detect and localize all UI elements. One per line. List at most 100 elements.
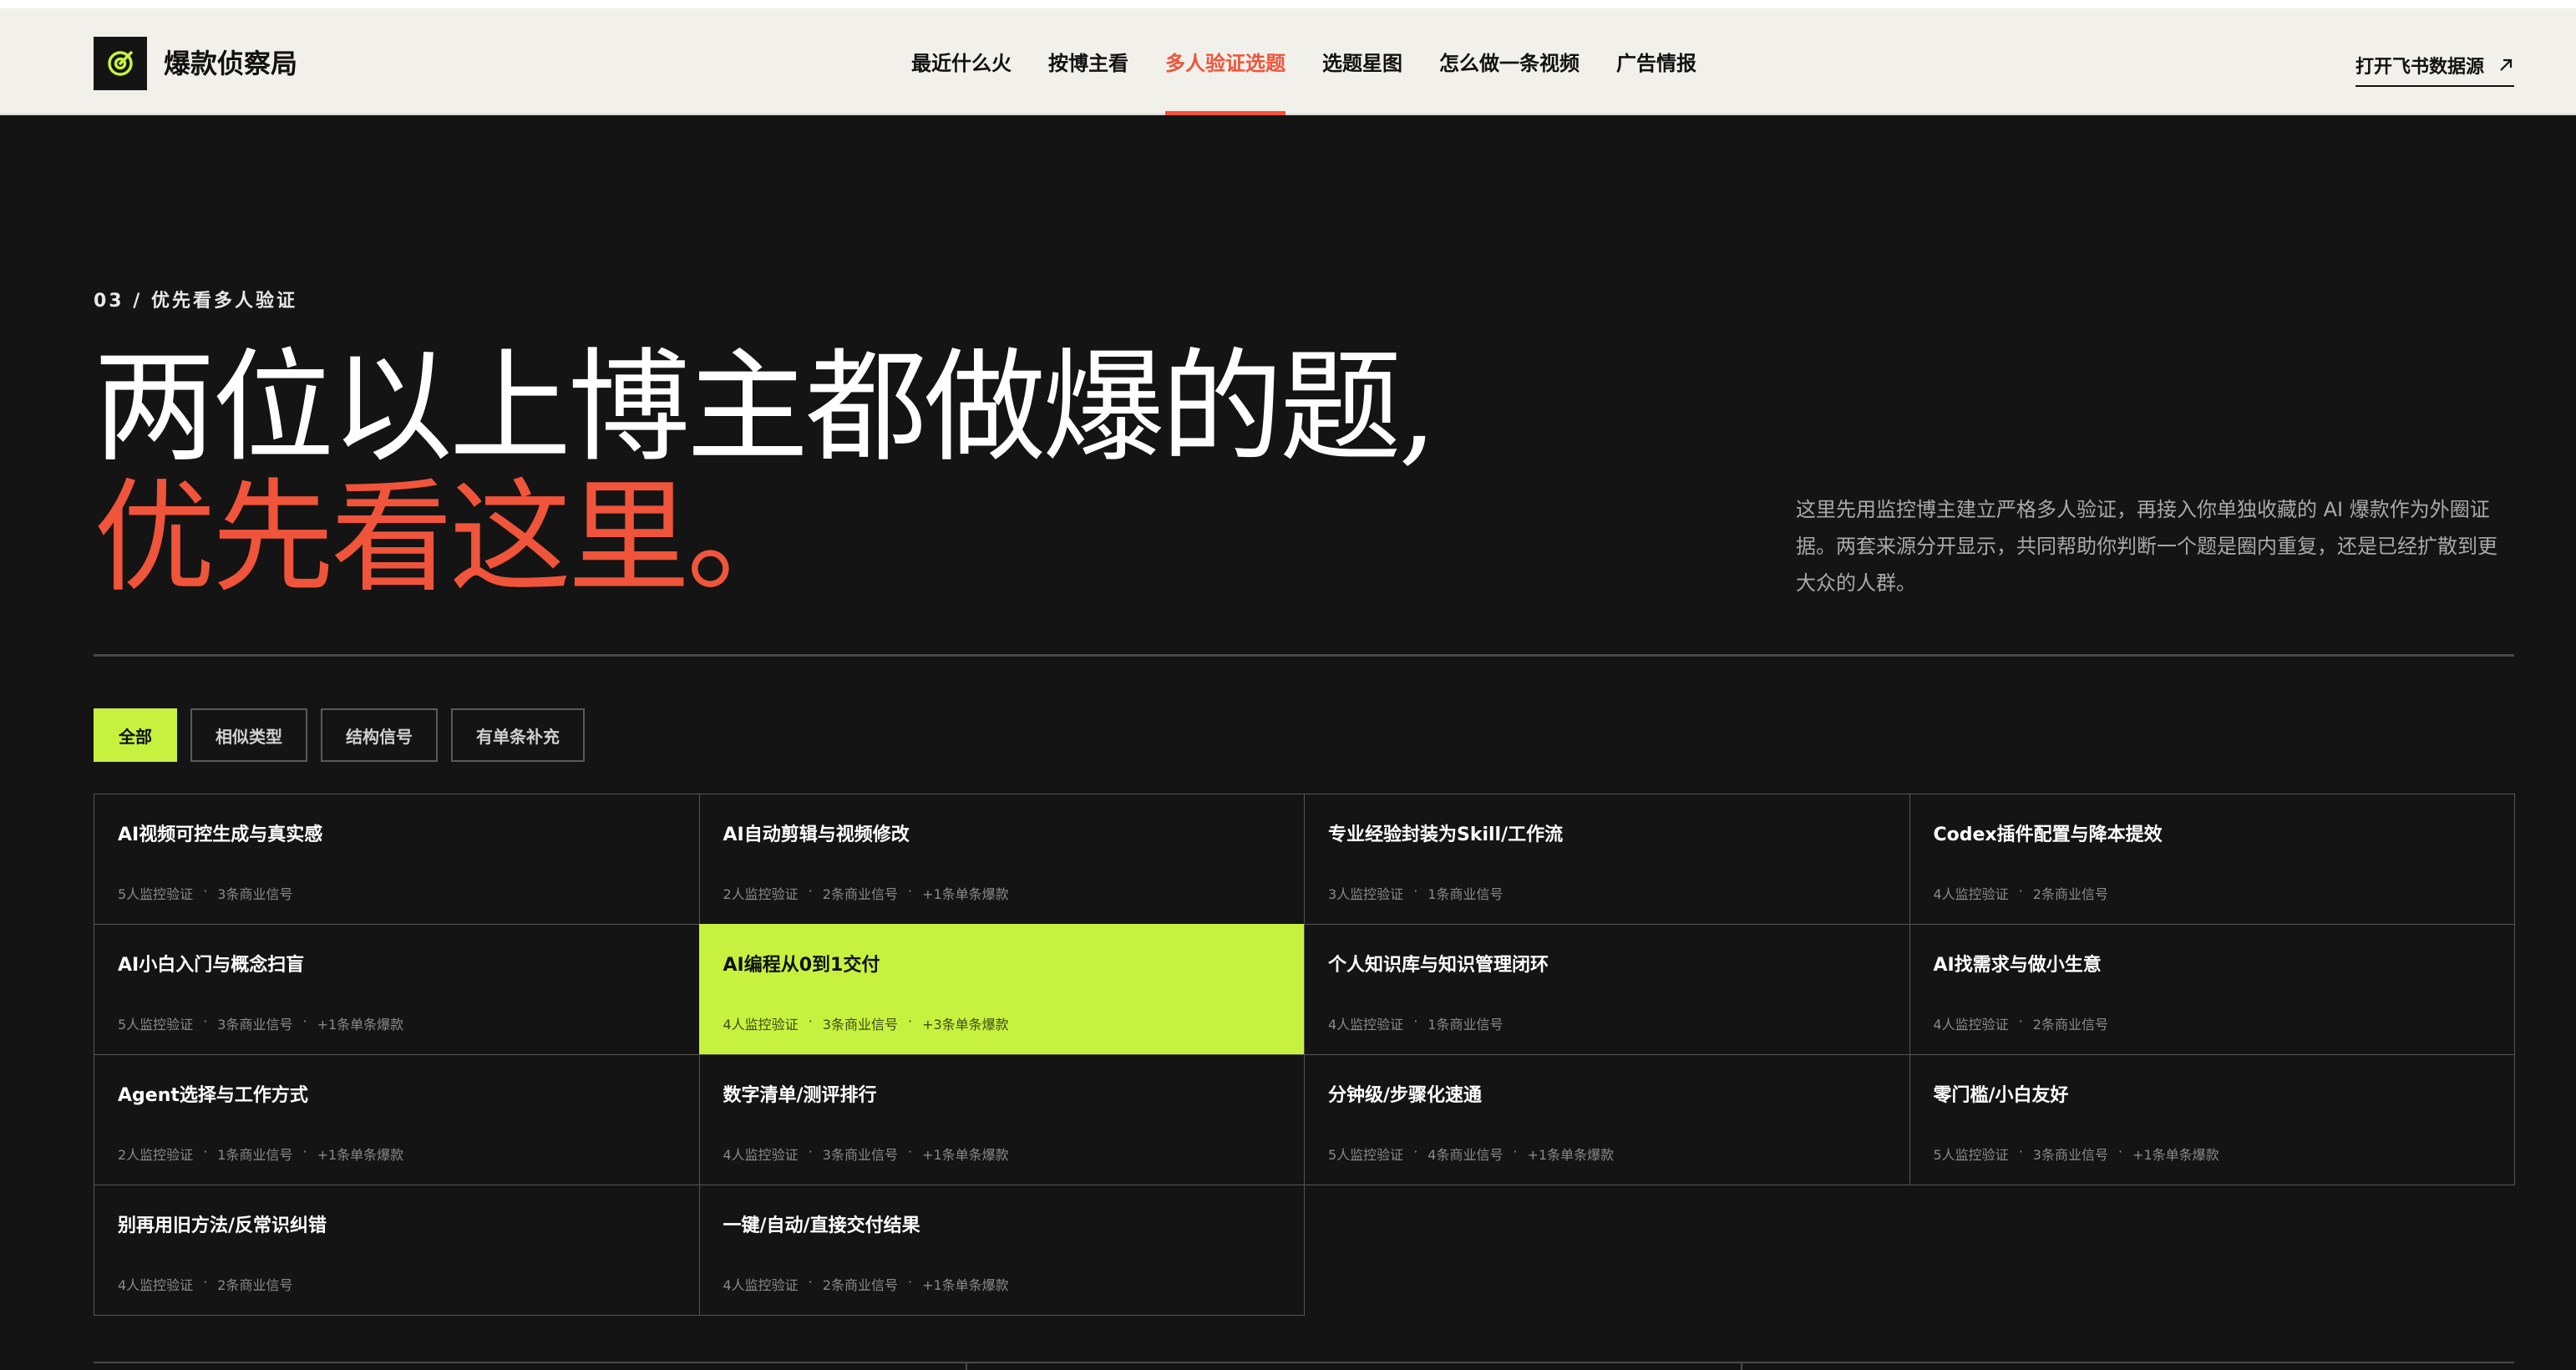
meta-separator: · bbox=[2018, 1144, 2023, 1159]
brand-name[interactable]: 爆款侦察局 bbox=[164, 45, 297, 82]
meta-separator: · bbox=[203, 1013, 208, 1029]
topic-card-title: AI视频可控生成与真实感 bbox=[118, 825, 323, 845]
topic-card-title: 数字清单/测评排行 bbox=[723, 1085, 877, 1106]
topic-card-meta-item: 1条商业信号 bbox=[1427, 1017, 1504, 1033]
next-section-edge bbox=[94, 1362, 2514, 1370]
topic-card-meta-item: 5人监控验证 bbox=[118, 1017, 194, 1033]
topic-card-meta: 5人监控验证 · 3条商业信号 bbox=[118, 883, 292, 903]
topic-card-meta: 4人监控验证 · 2条商业信号 · +1条单条爆款 bbox=[723, 1274, 1009, 1294]
topic-card-meta: 2人监控验证 · 2条商业信号 · +1条单条爆款 bbox=[723, 883, 1009, 903]
topic-card-meta-item: 2条商业信号 bbox=[2032, 1017, 2108, 1033]
meta-separator: · bbox=[302, 1144, 307, 1159]
topic-card[interactable]: AI自动剪辑与视频修改 2人监控验证 · 2条商业信号 · +1条单条爆款 bbox=[698, 794, 1305, 925]
topic-card-title: AI自动剪辑与视频修改 bbox=[723, 825, 910, 845]
topic-card[interactable]: 专业经验封装为Skill/工作流 3人监控验证 · 1条商业信号 bbox=[1304, 794, 1910, 925]
open-feishu-data-button[interactable]: 打开飞书数据源 bbox=[2355, 48, 2514, 87]
topic-card-meta-item: 3条商业信号 bbox=[822, 1147, 898, 1163]
nav-item-by-creator[interactable]: 按博主看 bbox=[1048, 8, 1128, 114]
topic-card-meta-item: 5人监控验证 bbox=[118, 886, 194, 902]
topic-card-meta-item: 2人监控验证 bbox=[723, 886, 799, 902]
meta-separator: · bbox=[907, 883, 913, 899]
topic-card-meta-item: +3条单条爆款 bbox=[922, 1017, 1009, 1033]
meta-separator: · bbox=[1513, 1144, 1518, 1159]
topic-card-meta-item: 4人监控验证 bbox=[1933, 886, 2009, 902]
topic-card-meta-item: 3条商业信号 bbox=[822, 1017, 898, 1033]
topic-card-meta-item: 2条商业信号 bbox=[822, 886, 898, 902]
meta-separator: · bbox=[808, 1013, 813, 1029]
meta-separator: · bbox=[203, 883, 208, 899]
meta-separator: · bbox=[907, 1274, 913, 1290]
meta-separator: · bbox=[808, 1274, 813, 1290]
topic-card-title: 专业经验封装为Skill/工作流 bbox=[1328, 825, 1564, 845]
topic-card-title: AI小白入门与概念扫盲 bbox=[118, 955, 305, 976]
brand-logo[interactable] bbox=[94, 37, 147, 90]
meta-separator: · bbox=[1413, 1013, 1418, 1029]
topic-card-title: 一键/自动/直接交付结果 bbox=[723, 1215, 920, 1236]
filter-tabs: 全部 相似类型 结构信号 有单条补充 bbox=[94, 708, 585, 762]
filter-structure-signal[interactable]: 结构信号 bbox=[321, 708, 438, 762]
topic-card-title: Agent选择与工作方式 bbox=[118, 1085, 308, 1106]
topic-card[interactable]: Codex插件配置与降本提效 4人监控验证 · 2条商业信号 bbox=[1909, 794, 2515, 925]
topic-grid: AI视频可控生成与真实感 5人监控验证 · 3条商业信号 AI自动剪辑与视频修改 2人监控… bbox=[94, 794, 2515, 1316]
topic-card-meta-item: 2条商业信号 bbox=[822, 1277, 898, 1293]
topic-card-meta-item: 5人监控验证 bbox=[1328, 1147, 1404, 1163]
nav-item-recent-trending[interactable]: 最近什么火 bbox=[911, 8, 1012, 114]
topic-card-meta-item: 5人监控验证 bbox=[1933, 1147, 2009, 1163]
topic-card-meta-item: 4条商业信号 bbox=[1427, 1147, 1504, 1163]
open-feishu-data-label: 打开飞书数据源 bbox=[2355, 57, 2484, 78]
topic-card[interactable]: 个人知识库与知识管理闭环 4人监控验证 · 1条商业信号 bbox=[1304, 924, 1910, 1055]
meta-separator: · bbox=[302, 1013, 307, 1029]
meta-separator: · bbox=[2018, 883, 2023, 899]
topic-card-meta-item: 4人监控验证 bbox=[118, 1277, 194, 1293]
topic-card[interactable]: Agent选择与工作方式 2人监控验证 · 1条商业信号 · +1条单条爆款 bbox=[94, 1054, 700, 1185]
topic-card[interactable]: AI视频可控生成与真实感 5人监控验证 · 3条商业信号 bbox=[94, 794, 700, 925]
nav-item-topic-map[interactable]: 选题星图 bbox=[1322, 8, 1402, 114]
page-headline: 两位以上博主都做爆的题, 优先看这里。 bbox=[94, 337, 1437, 609]
topic-card[interactable]: 一键/自动/直接交付结果 4人监控验证 · 2条商业信号 · +1条单条爆款 bbox=[698, 1185, 1305, 1316]
topic-card-meta: 4人监控验证 · 3条商业信号 · +3条单条爆款 bbox=[723, 1013, 1009, 1033]
arrow-up-right-icon bbox=[2500, 58, 2513, 71]
meta-separator: · bbox=[808, 1144, 813, 1159]
topic-card-meta-item: +1条单条爆款 bbox=[2132, 1147, 2219, 1163]
topic-card-title: AI找需求与做小生意 bbox=[1933, 955, 2102, 976]
topic-card-meta-item: +1条单条爆款 bbox=[922, 1147, 1009, 1163]
topic-card-meta-item: 2人监控验证 bbox=[118, 1147, 194, 1163]
meta-separator: · bbox=[1413, 883, 1418, 899]
topic-card-meta-item: +1条单条爆款 bbox=[317, 1017, 404, 1033]
topic-card[interactable]: 数字清单/测评排行 4人监控验证 · 3条商业信号 · +1条单条爆款 bbox=[698, 1054, 1305, 1185]
topic-card[interactable]: AI找需求与做小生意 4人监控验证 · 2条商业信号 bbox=[1909, 924, 2515, 1055]
topic-card[interactable]: 零门槛/小白友好 5人监控验证 · 3条商业信号 · +1条单条爆款 bbox=[1909, 1054, 2515, 1185]
topic-card-meta: 4人监控验证 · 2条商业信号 bbox=[1934, 1013, 2108, 1033]
topic-card-meta: 5人监控验证 · 4条商业信号 · +1条单条爆款 bbox=[1328, 1144, 1614, 1164]
topic-card-meta: 4人监控验证 · 2条商业信号 bbox=[118, 1274, 292, 1294]
topic-card[interactable]: AI小白入门与概念扫盲 5人监控验证 · 3条商业信号 · +1条单条爆款 bbox=[94, 924, 700, 1055]
topic-card[interactable]: AI编程从0到1交付 4人监控验证 · 3条商业信号 · +3条单条爆款 bbox=[698, 924, 1305, 1055]
nav-item-ad-intel[interactable]: 广告情报 bbox=[1616, 8, 1696, 114]
filter-all[interactable]: 全部 bbox=[94, 708, 177, 762]
headline-line-2: 优先看这里。 bbox=[94, 467, 809, 609]
topic-card-meta-item: 2条商业信号 bbox=[217, 1277, 293, 1293]
topic-card-title: AI编程从0到1交付 bbox=[723, 955, 880, 976]
filter-single-supplement[interactable]: 有单条补充 bbox=[451, 708, 585, 762]
nav-links: 最近什么火 按博主看 多人验证选题 选题星图 怎么做一条视频 广告情报 bbox=[911, 8, 1696, 115]
topic-card-meta-item: 2条商业信号 bbox=[2032, 886, 2108, 902]
topic-card-meta-item: 4人监控验证 bbox=[1933, 1017, 2009, 1033]
topic-card-meta-item: +1条单条爆款 bbox=[922, 886, 1009, 902]
topic-card-title: 零门槛/小白友好 bbox=[1933, 1085, 2069, 1106]
section-divider bbox=[94, 654, 2514, 657]
filter-similar-type[interactable]: 相似类型 bbox=[190, 708, 307, 762]
topic-card[interactable]: 别再用旧方法/反常识纠错 4人监控验证 · 2条商业信号 bbox=[94, 1185, 700, 1316]
top-strip bbox=[0, 0, 2576, 8]
topic-card-meta-item: 1条商业信号 bbox=[1427, 886, 1504, 902]
topic-card[interactable]: 分钟级/步骤化速通 5人监控验证 · 4条商业信号 · +1条单条爆款 bbox=[1304, 1054, 1910, 1185]
nav-item-multi-verified[interactable]: 多人验证选题 bbox=[1165, 8, 1285, 115]
topic-card-title: Codex插件配置与降本提效 bbox=[1933, 825, 2163, 845]
topic-card-meta: 5人监控验证 · 3条商业信号 · +1条单条爆款 bbox=[1934, 1144, 2219, 1164]
nav-item-how-to-make-video[interactable]: 怎么做一条视频 bbox=[1439, 8, 1580, 114]
topic-card-meta-item: 4人监控验证 bbox=[723, 1017, 799, 1033]
meta-separator: · bbox=[2018, 1013, 2023, 1029]
meta-separator: · bbox=[907, 1144, 913, 1159]
topic-card-meta: 2人监控验证 · 1条商业信号 · +1条单条爆款 bbox=[118, 1144, 403, 1164]
headline-line-1: 两位以上博主都做爆的题, bbox=[94, 337, 1437, 479]
section-intro: 这里先用监控博主建立严格多人验证，再接入你单独收藏的 AI 爆款作为外圈证据。两… bbox=[1796, 498, 2497, 595]
